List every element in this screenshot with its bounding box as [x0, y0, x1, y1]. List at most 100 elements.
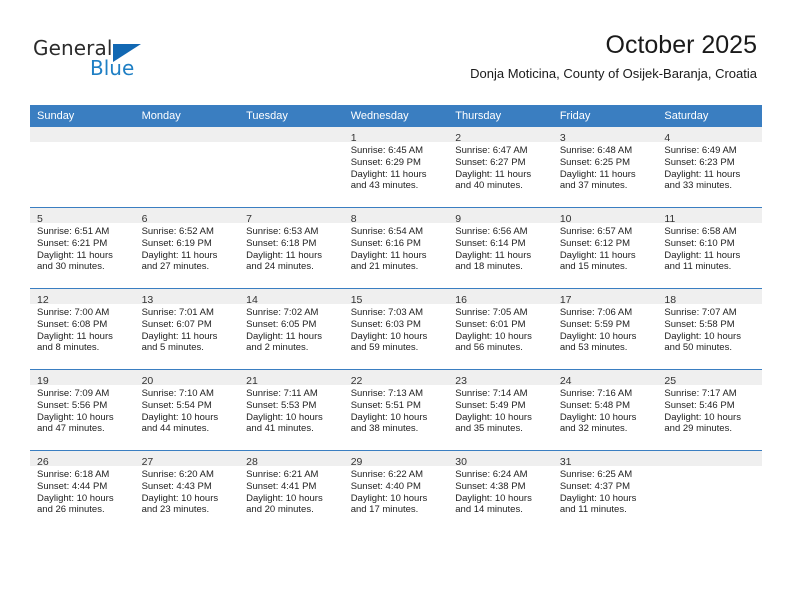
- day-cell[interactable]: 20 Sunrise: 7:10 AM Sunset: 5:54 PM Dayligh…: [134, 370, 240, 450]
- day-detail-line: and 59 minutes.: [350, 342, 419, 354]
- day-cell[interactable]: 16 Sunrise: 7:05 AM Sunset: 6:01 PM Dayligh…: [448, 289, 553, 369]
- calendar-cell: 29 Sunrise: 6:22 AM Sunset: 4:40 PM Dayligh…: [343, 450, 449, 531]
- day-number-band: 25: [657, 370, 762, 387]
- calendar-cell: [30, 127, 135, 208]
- day-detail-line: and 20 minutes.: [246, 504, 314, 516]
- day-number-band: [657, 451, 762, 466]
- day-detail-line: Daylight: 11 hours: [350, 168, 427, 180]
- day-cell[interactable]: 24 Sunrise: 7:16 AM Sunset: 5:48 PM Dayligh…: [552, 370, 658, 450]
- day-cell[interactable]: 11 Sunrise: 6:58 AM Sunset: 6:10 PM Dayligh…: [657, 208, 762, 288]
- day-cell[interactable]: 25 Sunrise: 7:17 AM Sunset: 5:46 PM Dayligh…: [657, 370, 762, 450]
- weekday-header-wednesday: Wednesday: [343, 105, 449, 127]
- day-number-band: 17: [552, 289, 658, 306]
- day-cell[interactable]: 14 Sunrise: 7:02 AM Sunset: 6:05 PM Dayligh…: [239, 289, 344, 369]
- day-cell[interactable]: 13 Sunrise: 7:01 AM Sunset: 6:07 PM Dayligh…: [134, 289, 240, 369]
- day-cell[interactable]: 1 Sunrise: 6:45 AM Sunset: 6:29 PM Daylight…: [343, 127, 449, 207]
- title-block: October 2025 Donja Moticina, County of O…: [470, 30, 757, 82]
- day-detail-line: Sunrise: 7:14 AM: [455, 388, 528, 399]
- day-cell[interactable]: 15 Sunrise: 7:03 AM Sunset: 6:03 PM Dayligh…: [343, 289, 449, 369]
- day-cell[interactable]: 4 Sunrise: 6:49 AM Sunset: 6:23 PM Daylight…: [657, 127, 762, 207]
- calendar-week-row: 26 Sunrise: 6:18 AM Sunset: 4:44 PM Dayligh…: [30, 450, 762, 531]
- day-detail-line: Daylight: 11 hours: [664, 249, 741, 261]
- day-detail-line: Daylight: 11 hours: [350, 249, 427, 261]
- day-cell[interactable]: 22 Sunrise: 7:13 AM Sunset: 5:51 PM Dayligh…: [343, 370, 449, 450]
- day-details: Sunrise: 6:18 AM Sunset: 4:44 PM Daylight:…: [30, 466, 135, 516]
- day-cell[interactable]: 8 Sunrise: 6:54 AM Sunset: 6:16 PM Daylight…: [343, 208, 449, 288]
- day-detail-line: and 8 minutes.: [37, 342, 100, 354]
- day-details: Sunrise: 6:45 AM Sunset: 6:29 PM Daylight:…: [344, 142, 449, 192]
- day-detail-line: Sunrise: 6:48 AM: [559, 145, 633, 156]
- day-detail-line: Sunset: 6:12 PM: [559, 237, 631, 249]
- day-number: 14: [246, 294, 258, 306]
- day-cell[interactable]: 18 Sunrise: 7:07 AM Sunset: 5:58 PM Dayligh…: [657, 289, 762, 369]
- calendar-cell: [657, 450, 762, 531]
- day-details: Sunrise: 6:20 AM Sunset: 4:43 PM Daylight:…: [135, 466, 240, 516]
- day-cell[interactable]: 10 Sunrise: 6:57 AM Sunset: 6:12 PM Dayligh…: [552, 208, 658, 288]
- day-number-band: 12: [30, 289, 135, 306]
- day-details: Sunrise: 6:21 AM Sunset: 4:41 PM Daylight:…: [239, 466, 344, 516]
- day-cell[interactable]: 28 Sunrise: 6:21 AM Sunset: 4:41 PM Dayligh…: [239, 451, 344, 531]
- day-number: 31: [559, 456, 572, 468]
- day-detail-line: and 27 minutes.: [141, 261, 210, 273]
- day-cell[interactable]: 6 Sunrise: 6:52 AM Sunset: 6:19 PM Daylight…: [134, 208, 240, 288]
- calendar-cell: 18 Sunrise: 7:07 AM Sunset: 5:58 PM Dayligh…: [657, 288, 762, 370]
- weekday-header-sunday: Sunday: [30, 105, 135, 127]
- calendar-cell: 27 Sunrise: 6:20 AM Sunset: 4:43 PM Dayligh…: [134, 450, 240, 531]
- day-cell[interactable]: 2 Sunrise: 6:47 AM Sunset: 6:27 PM Daylight…: [448, 127, 553, 207]
- day-number-band: 13: [134, 289, 240, 306]
- day-detail-line: Sunrise: 6:52 AM: [141, 226, 214, 237]
- day-cell[interactable]: 17 Sunrise: 7:06 AM Sunset: 5:59 PM Dayligh…: [552, 289, 658, 369]
- day-cell[interactable]: 5 Sunrise: 6:51 AM Sunset: 6:21 PM Daylight…: [30, 208, 135, 288]
- day-detail-line: and 2 minutes.: [246, 342, 309, 354]
- calendar-cell: 20 Sunrise: 7:10 AM Sunset: 5:54 PM Dayligh…: [134, 369, 240, 451]
- day-details: Sunrise: 6:22 AM Sunset: 4:40 PM Daylight:…: [344, 466, 449, 516]
- calendar-cell: 4 Sunrise: 6:49 AM Sunset: 6:23 PM Daylight…: [657, 127, 762, 208]
- day-cell[interactable]: 26 Sunrise: 6:18 AM Sunset: 4:44 PM Dayligh…: [30, 451, 135, 531]
- day-details: Sunrise: 6:58 AM Sunset: 6:10 PM Daylight:…: [657, 223, 762, 273]
- day-detail-line: Sunrise: 6:56 AM: [455, 226, 528, 237]
- calendar-cell: 26 Sunrise: 6:18 AM Sunset: 4:44 PM Dayligh…: [30, 450, 135, 531]
- day-cell-empty: [30, 127, 135, 207]
- day-number-band: 20: [134, 370, 240, 387]
- day-detail-line: Sunrise: 6:20 AM: [141, 469, 214, 480]
- calendar-cell: 28 Sunrise: 6:21 AM Sunset: 4:41 PM Dayligh…: [239, 450, 344, 531]
- day-cell[interactable]: 3 Sunrise: 6:48 AM Sunset: 6:25 PM Daylight…: [552, 127, 658, 207]
- day-detail-line: Daylight: 10 hours: [559, 330, 637, 342]
- day-cell-empty: [239, 127, 344, 207]
- day-cell[interactable]: 27 Sunrise: 6:20 AM Sunset: 4:43 PM Dayligh…: [134, 451, 240, 531]
- day-detail-line: Daylight: 10 hours: [350, 330, 428, 342]
- day-number-band: 23: [448, 370, 553, 387]
- day-detail-line: and 40 minutes.: [455, 180, 523, 192]
- day-detail-line: Daylight: 10 hours: [455, 330, 532, 342]
- day-detail-line: Sunset: 5:48 PM: [559, 399, 631, 411]
- day-cell[interactable]: 21 Sunrise: 7:11 AM Sunset: 5:53 PM Dayligh…: [239, 370, 344, 450]
- day-number-band: 18: [657, 289, 762, 306]
- day-number: 7: [246, 213, 252, 225]
- calendar-cell: 22 Sunrise: 7:13 AM Sunset: 5:51 PM Dayligh…: [343, 369, 449, 451]
- day-cell[interactable]: 12 Sunrise: 7:00 AM Sunset: 6:08 PM Dayligh…: [30, 289, 135, 369]
- calendar-cell: 10 Sunrise: 6:57 AM Sunset: 6:12 PM Dayligh…: [552, 207, 658, 289]
- day-number-band: 21: [239, 370, 344, 387]
- day-cell[interactable]: 29 Sunrise: 6:22 AM Sunset: 4:40 PM Dayligh…: [343, 451, 449, 531]
- day-cell[interactable]: 19 Sunrise: 7:09 AM Sunset: 5:56 PM Dayligh…: [30, 370, 135, 450]
- day-cell[interactable]: 31 Sunrise: 6:25 AM Sunset: 4:37 PM Dayligh…: [552, 451, 658, 531]
- day-details: Sunrise: 6:57 AM Sunset: 6:12 PM Daylight:…: [553, 223, 658, 273]
- day-number-band: 24: [552, 370, 658, 387]
- calendar-cell: 19 Sunrise: 7:09 AM Sunset: 5:56 PM Dayligh…: [30, 369, 135, 451]
- day-detail-line: and 11 minutes.: [559, 504, 627, 516]
- day-detail-line: Sunrise: 6:45 AM: [350, 145, 424, 156]
- day-cell[interactable]: 30 Sunrise: 6:24 AM Sunset: 4:38 PM Dayligh…: [448, 451, 553, 531]
- day-cell[interactable]: 9 Sunrise: 6:56 AM Sunset: 6:14 PM Daylight…: [448, 208, 553, 288]
- day-cell[interactable]: 23 Sunrise: 7:14 AM Sunset: 5:49 PM Dayligh…: [448, 370, 553, 450]
- day-cell[interactable]: 7 Sunrise: 6:53 AM Sunset: 6:18 PM Daylight…: [239, 208, 344, 288]
- calendar-header-row: Sunday Monday Tuesday Wednesday Thursday…: [30, 105, 762, 127]
- day-detail-line: Sunrise: 7:16 AM: [559, 388, 633, 399]
- brand-name-blue: Blue: [90, 56, 135, 80]
- weekday-header-thursday: Thursday: [448, 105, 553, 127]
- day-detail-line: Sunrise: 7:17 AM: [664, 388, 737, 399]
- day-detail-line: Daylight: 11 hours: [37, 249, 113, 261]
- brand-logo[interactable]: General Blue: [33, 36, 233, 86]
- day-details: Sunrise: 6:24 AM Sunset: 4:38 PM Daylight:…: [448, 466, 553, 516]
- day-detail-line: and 5 minutes.: [141, 342, 204, 354]
- day-number: 8: [350, 213, 357, 225]
